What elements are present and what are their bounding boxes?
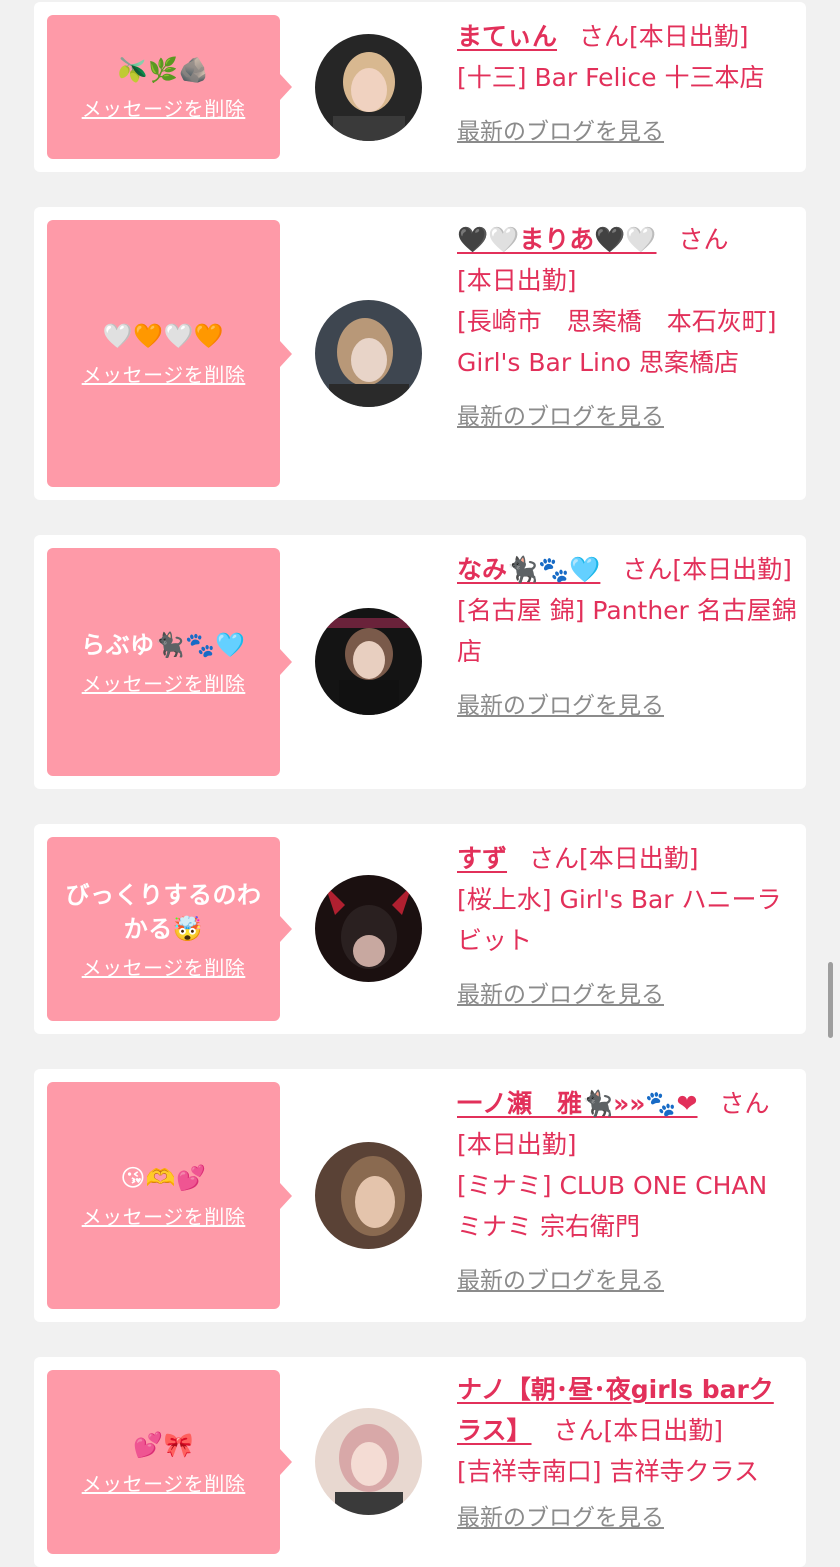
cast-info: ナノ【朝･昼･夜girls barクラス】 さん[本日出勤] [吉祥寺南口] 吉祥… (457, 1369, 797, 1539)
shop-name: [吉祥寺南口] 吉祥寺クラス (457, 1457, 759, 1486)
status-label: [本日出勤] (579, 844, 699, 873)
status-label: [本日出勤] (603, 1416, 724, 1445)
cast-info: なみ🐈‍⬛🐾🩵 さん[本日出勤] [名古屋 錦] Panther 名古屋錦店 最新… (457, 549, 797, 727)
cast-info: 一ノ瀬 雅🐈‍⬛»»🐾❤ さん [本日出勤] [ミナミ] CLUB ONE CHAN… (457, 1083, 797, 1302)
avatar[interactable] (315, 300, 422, 407)
avatar[interactable] (315, 1408, 422, 1515)
avatar[interactable] (315, 34, 422, 141)
avatar[interactable] (315, 875, 422, 982)
shop-name: [長崎市 思案橋 本石灰町] Girl's Bar Lino 思案橋店 (457, 307, 777, 377)
cast-name-link[interactable]: まてぃん (457, 22, 557, 51)
status-label: [本日出勤] (457, 1130, 577, 1159)
status-label: [本日出勤] (629, 22, 749, 51)
message-text: 🤍🧡🤍🧡 (102, 322, 225, 350)
latest-blog-link[interactable]: 最新のブログを見る (457, 686, 664, 727)
message-bubble: 😘🫶💕 メッセージを削除 (47, 1082, 292, 1309)
message-text: 💕🎀 (133, 1430, 194, 1459)
cast-card: びっくりするのわかる🤯 メッセージを削除 すず さん[本日出勤] [桜上水] Gi… (34, 824, 806, 1034)
honorific: さん (529, 844, 580, 873)
latest-blog-link[interactable]: 最新のブログを見る (457, 1261, 664, 1302)
honorific: さん (719, 1089, 770, 1118)
cast-card: らぶゆ🐈‍⬛🐾🩵 メッセージを削除 なみ🐈‍⬛🐾🩵 さん[本日出勤] [名古屋 錦… (34, 535, 806, 789)
honorific: さん (553, 1416, 604, 1445)
cast-card: 💕🎀 メッセージを削除 ナノ【朝･昼･夜girls barクラス】 さん[本日出勤… (34, 1357, 806, 1567)
message-text: びっくりするのわかる🤯 (65, 880, 262, 943)
avatar[interactable] (315, 608, 422, 715)
shop-name: [桜上水] Girl's Bar ハニーラビット (457, 885, 782, 955)
shop-name: [十三] Bar Felice 十三本店 (457, 63, 765, 92)
latest-blog-link[interactable]: 最新のブログを見る (457, 1498, 664, 1539)
latest-blog-link[interactable]: 最新のブログを見る (457, 112, 664, 153)
cast-name-link[interactable]: 🖤🤍まりあ🖤🤍 (457, 225, 657, 254)
cast-name-link[interactable]: 一ノ瀬 雅🐈‍⬛»»🐾❤ (457, 1089, 698, 1118)
delete-message-link[interactable]: メッセージを削除 (82, 668, 246, 697)
message-text: らぶゆ🐈‍⬛🐾🩵 (81, 630, 246, 659)
shop-name: [名古屋 錦] Panther 名古屋錦店 (457, 596, 797, 666)
message-bubble: 🤍🧡🤍🧡 メッセージを削除 (47, 220, 292, 487)
status-label: [本日出勤] (457, 266, 577, 295)
delete-message-link[interactable]: メッセージを削除 (82, 952, 246, 981)
honorific: さん (678, 225, 729, 254)
cast-card: 😘🫶💕 メッセージを削除 一ノ瀬 雅🐈‍⬛»»🐾❤ さん [本日出勤] [ミナミ] … (34, 1069, 806, 1322)
delete-message-link[interactable]: メッセージを削除 (82, 1201, 246, 1230)
message-bubble: らぶゆ🐈‍⬛🐾🩵 メッセージを削除 (47, 548, 292, 776)
delete-message-link[interactable]: メッセージを削除 (82, 1468, 246, 1497)
cast-info: 🖤🤍まりあ🖤🤍 さん [本日出勤] [長崎市 思案橋 本石灰町] Girl's B… (457, 219, 797, 438)
delete-message-link[interactable]: メッセージを削除 (82, 359, 246, 388)
status-label: [本日出勤] (672, 555, 792, 584)
delete-message-link[interactable]: メッセージを削除 (82, 93, 246, 122)
message-bubble: 🫒🌿🪨 メッセージを削除 (47, 15, 292, 159)
cast-name-link[interactable]: すず (457, 844, 507, 873)
cast-card: 🫒🌿🪨 メッセージを削除 まてぃん さん[本日出勤] [十三] Bar Felic… (34, 2, 806, 172)
message-text: 🫒🌿🪨 (117, 55, 210, 84)
cast-card: 🤍🧡🤍🧡 メッセージを削除 🖤🤍まりあ🖤🤍 さん [本日出勤] [長崎市 思案橋 … (34, 207, 806, 500)
message-text: 😘🫶💕 (120, 1164, 207, 1192)
latest-blog-link[interactable]: 最新のブログを見る (457, 397, 664, 438)
cast-info: すず さん[本日出勤] [桜上水] Girl's Bar ハニーラビット 最新のブ… (457, 838, 797, 1016)
cast-name-link[interactable]: なみ🐈‍⬛🐾🩵 (457, 555, 600, 584)
scrollbar[interactable] (828, 962, 833, 1038)
message-bubble: びっくりするのわかる🤯 メッセージを削除 (47, 837, 292, 1021)
shop-name: [ミナミ] CLUB ONE CHAN ミナミ 宗右衛門 (457, 1171, 768, 1241)
honorific: さん (622, 555, 673, 584)
latest-blog-link[interactable]: 最新のブログを見る (457, 975, 664, 1016)
message-bubble: 💕🎀 メッセージを削除 (47, 1370, 292, 1554)
honorific: さん (579, 22, 630, 51)
cast-info: まてぃん さん[本日出勤] [十三] Bar Felice 十三本店 最新のブログ… (457, 16, 797, 153)
avatar[interactable] (315, 1142, 422, 1249)
